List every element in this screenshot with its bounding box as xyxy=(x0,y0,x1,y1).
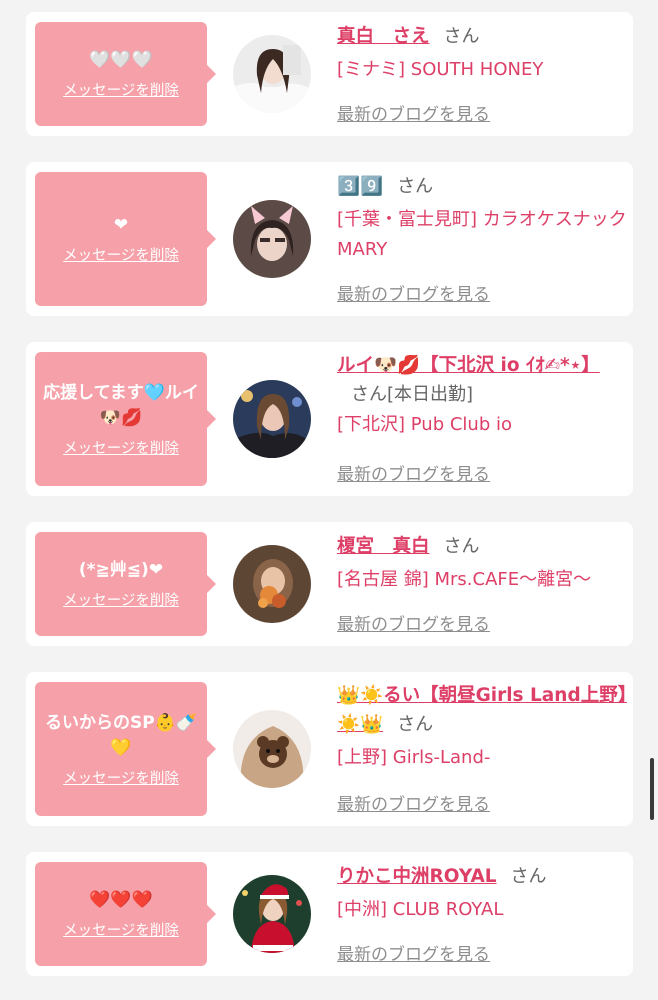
message-bubble: ❤️❤️❤️ メッセージを削除 xyxy=(35,862,216,966)
message-bubble: ❤ メッセージを削除 xyxy=(35,172,216,306)
honorific: さん xyxy=(351,384,387,405)
message-bubble: (*≧艸≦)❤ メッセージを削除 xyxy=(35,532,216,636)
honorific: さん xyxy=(443,536,480,557)
shop-name: [千葉・富士見町] カラオケスナック MARY xyxy=(337,209,627,260)
girl-name-link[interactable]: 3️⃣9️⃣ xyxy=(337,176,383,197)
delete-message-link[interactable]: メッセージを削除 xyxy=(63,437,179,458)
latest-blog-link[interactable]: 最新のブログを見る xyxy=(337,790,490,815)
message-text: 応援してます🩵ルイ🐶💋 xyxy=(43,382,199,428)
latest-blog-link[interactable]: 最新のブログを見る xyxy=(337,940,490,965)
avatar[interactable] xyxy=(233,35,311,113)
shop-name: [中洲] CLUB ROYAL xyxy=(337,899,504,920)
avatar[interactable] xyxy=(233,545,311,623)
girl-name-link[interactable]: りかこ中洲ROYAL xyxy=(337,866,497,887)
scrollbar[interactable] xyxy=(650,758,654,820)
delete-message-link[interactable]: メッセージを削除 xyxy=(63,919,179,940)
message-card: るいからのSP👶🍼💛 メッセージを削除 👑☀️るい【朝昼Girls Land上野… xyxy=(26,672,633,826)
delete-message-link[interactable]: メッセージを削除 xyxy=(63,79,179,100)
status-text: [本日出勤] xyxy=(387,384,474,405)
honorific: さん xyxy=(510,866,547,887)
girl-name-link[interactable]: 👑☀️るい【朝昼Girls Land上野】☀️👑 xyxy=(337,685,627,735)
shop-name: [ミナミ] SOUTH HONEY xyxy=(337,59,544,80)
girl-name-link[interactable]: 真白 さえ xyxy=(337,26,430,47)
message-text: ❤ xyxy=(113,215,129,235)
message-bubble: るいからのSP👶🍼💛 メッセージを削除 xyxy=(35,682,216,816)
message-text: 🤍🤍🤍 xyxy=(89,50,153,70)
shop-name: [下北沢] Pub Club io xyxy=(337,414,512,435)
message-card: ❤️❤️❤️ メッセージを削除 りかこ中洲ROYAL さん [中洲] CLUB R… xyxy=(26,852,633,976)
shop-name: [名古屋 錦] Mrs.CAFE〜離宮〜 xyxy=(337,569,592,590)
message-text: るいからのSP👶🍼💛 xyxy=(44,712,198,758)
message-bubble: 🤍🤍🤍 メッセージを削除 xyxy=(35,22,216,126)
latest-blog-link[interactable]: 最新のブログを見る xyxy=(337,280,490,305)
message-text: ❤️❤️❤️ xyxy=(89,890,153,910)
honorific: さん xyxy=(397,176,434,197)
latest-blog-link[interactable]: 最新のブログを見る xyxy=(337,460,490,485)
message-bubble: 応援してます🩵ルイ🐶💋 メッセージを削除 xyxy=(35,352,216,486)
honorific: さん xyxy=(443,26,480,47)
delete-message-link[interactable]: メッセージを削除 xyxy=(63,244,179,265)
latest-blog-link[interactable]: 最新のブログを見る xyxy=(337,100,490,125)
girl-name-link[interactable]: 榎宮 真白 xyxy=(337,536,430,557)
message-card: 応援してます🩵ルイ🐶💋 メッセージを削除 ルイ🐶💋【下北沢 io ｲｵ✍︎*⋆】… xyxy=(26,342,633,496)
avatar[interactable] xyxy=(233,200,311,278)
avatar[interactable] xyxy=(233,710,311,788)
message-card: 🤍🤍🤍 メッセージを削除 真白 さえ さん [ミナミ] SOUTH HONEY 最… xyxy=(26,12,633,136)
delete-message-link[interactable]: メッセージを削除 xyxy=(63,589,179,610)
girl-name-link[interactable]: ルイ🐶💋【下北沢 io ｲｵ✍︎*⋆】 xyxy=(337,355,600,376)
message-text: (*≧艸≦)❤ xyxy=(78,560,164,580)
avatar[interactable] xyxy=(233,875,311,953)
message-card: ❤ メッセージを削除 3️⃣9️⃣ さん [千葉・富士見町] カラオケスナック M… xyxy=(26,162,633,316)
message-card: (*≧艸≦)❤ メッセージを削除 榎宮 真白 さん [名古屋 錦] Mrs.CAF… xyxy=(26,522,633,646)
shop-name: [上野] Girls-Land- xyxy=(337,747,491,768)
latest-blog-link[interactable]: 最新のブログを見る xyxy=(337,610,490,635)
delete-message-link[interactable]: メッセージを削除 xyxy=(63,767,179,788)
avatar[interactable] xyxy=(233,380,311,458)
honorific: さん xyxy=(397,714,434,735)
